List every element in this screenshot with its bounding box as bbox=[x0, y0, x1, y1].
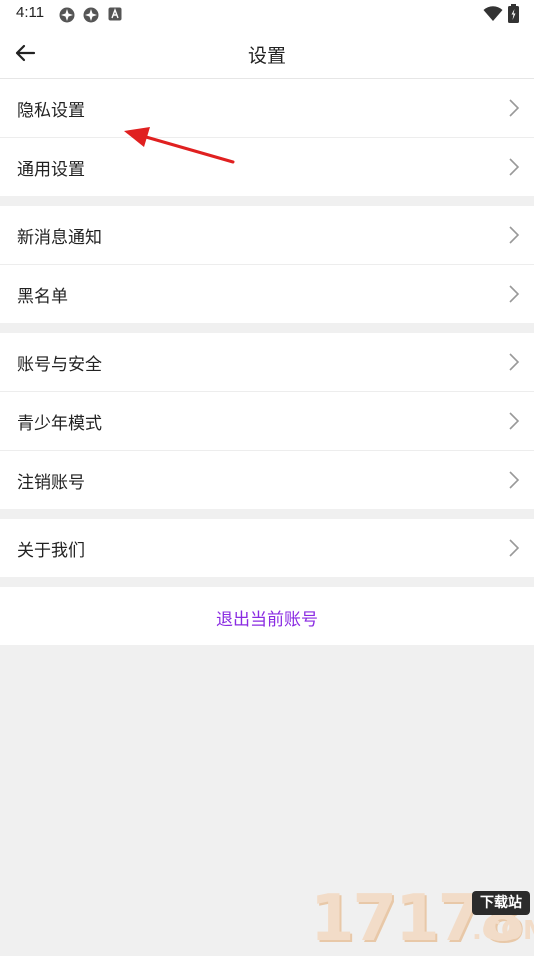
chevron-right-icon bbox=[509, 471, 520, 489]
account-security-item[interactable]: 账号与安全 bbox=[0, 333, 534, 391]
page-title: 设置 bbox=[247, 45, 286, 67]
delete-account-label: 注销账号 bbox=[17, 473, 85, 493]
logout-label: 退出当前账号 bbox=[216, 610, 318, 630]
general-settings-label: 通用设置 bbox=[17, 160, 85, 180]
gear-icon bbox=[83, 7, 99, 23]
settings-group-4: 关于我们 bbox=[0, 519, 534, 577]
blacklist-label: 黑名单 bbox=[17, 287, 68, 307]
account-security-label: 账号与安全 bbox=[17, 355, 102, 375]
about-us-item[interactable]: 关于我们 bbox=[0, 519, 534, 577]
blacklist-item[interactable]: 黑名单 bbox=[0, 264, 534, 323]
teen-mode-label: 青少年模式 bbox=[17, 414, 102, 434]
wifi-icon bbox=[483, 6, 503, 21]
privacy-settings-item[interactable]: 隐私设置 bbox=[0, 79, 534, 137]
chevron-right-icon bbox=[509, 353, 520, 371]
watermark-suffix: .COM bbox=[472, 916, 534, 946]
watermark-badge: 下载站 bbox=[472, 891, 530, 915]
new-message-notification-label: 新消息通知 bbox=[17, 228, 102, 248]
status-bar: 4:11 bbox=[0, 0, 534, 28]
gear-icon bbox=[59, 7, 75, 23]
chevron-right-icon bbox=[509, 226, 520, 244]
new-message-notification-item[interactable]: 新消息通知 bbox=[0, 206, 534, 264]
logout-button[interactable]: 退出当前账号 bbox=[0, 587, 534, 645]
settings-group-1: 隐私设置 通用设置 bbox=[0, 79, 534, 196]
status-time: 4:11 bbox=[16, 4, 45, 21]
settings-group-3: 账号与安全 青少年模式 注销账号 bbox=[0, 333, 534, 509]
watermark-logo: 17178 下载站 .COM bbox=[304, 883, 534, 951]
chevron-right-icon bbox=[509, 158, 520, 176]
app-bar: 设置 bbox=[0, 28, 534, 79]
chevron-right-icon bbox=[509, 539, 520, 557]
a-icon bbox=[108, 7, 122, 21]
chevron-right-icon bbox=[509, 99, 520, 117]
delete-account-item[interactable]: 注销账号 bbox=[0, 450, 534, 509]
privacy-settings-label: 隐私设置 bbox=[17, 101, 85, 121]
chevron-right-icon bbox=[509, 412, 520, 430]
about-us-label: 关于我们 bbox=[17, 541, 85, 561]
general-settings-item[interactable]: 通用设置 bbox=[0, 137, 534, 196]
chevron-right-icon bbox=[509, 285, 520, 303]
battery-icon bbox=[508, 4, 519, 23]
settings-group-2: 新消息通知 黑名单 bbox=[0, 206, 534, 323]
teen-mode-item[interactable]: 青少年模式 bbox=[0, 391, 534, 450]
